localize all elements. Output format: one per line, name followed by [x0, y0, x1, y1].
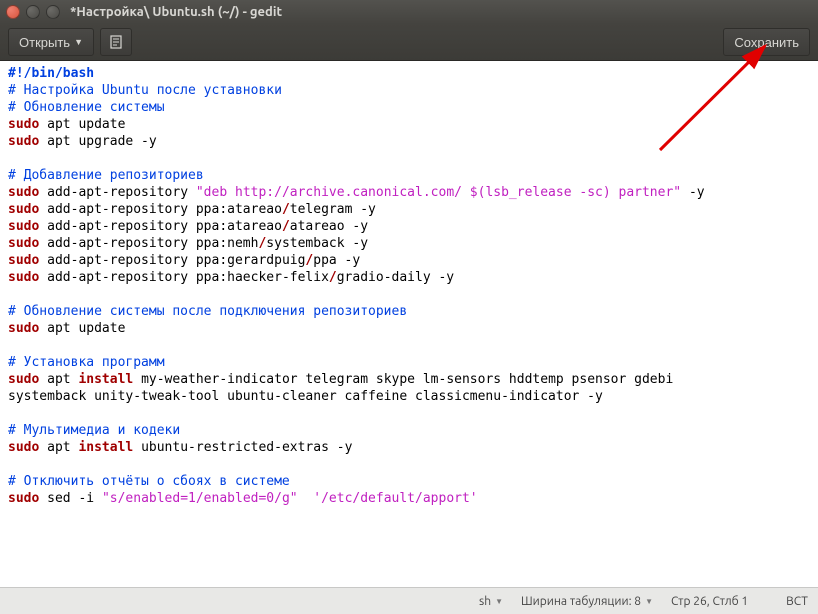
chevron-down-icon: ▼ — [495, 597, 503, 606]
annotation-arrow — [630, 40, 805, 160]
code-keyword: install — [78, 440, 133, 455]
code-text: apt update — [39, 117, 125, 132]
code-text: -y — [681, 185, 704, 200]
code-slash: / — [282, 202, 290, 217]
code-text — [298, 491, 314, 506]
status-position-label: Стр 26, Стлб 1 — [671, 595, 748, 608]
code-shebang: #!/bin/bash — [8, 66, 94, 81]
code-text: apt — [39, 440, 78, 455]
code-keyword: sudo — [8, 219, 39, 234]
code-keyword: sudo — [8, 440, 39, 455]
open-button[interactable]: Открыть ▼ — [8, 28, 94, 56]
code-text: my-weather-indicator telegram skype lm-s… — [133, 372, 681, 387]
statusbar: sh ▼ Ширина табуляции: 8 ▼ Стр 26, Стлб … — [0, 587, 818, 614]
code-keyword: sudo — [8, 202, 39, 217]
code-text: systemback -y — [266, 236, 368, 251]
code-keyword: sudo — [8, 253, 39, 268]
status-insert-mode[interactable]: ВСТ — [786, 595, 808, 608]
code-text: add-apt-repository ppa:haecker-felix — [39, 270, 329, 285]
status-tab-width[interactable]: Ширина табуляции: 8 ▼ — [521, 595, 653, 608]
code-keyword: sudo — [8, 270, 39, 285]
code-text: add-apt-repository ppa:gerardpuig — [39, 253, 305, 268]
document-icon — [109, 35, 123, 49]
chevron-down-icon: ▼ — [645, 597, 653, 606]
code-slash: / — [329, 270, 337, 285]
code-string: "deb http://archive.canonical.com/ $(lsb… — [196, 185, 681, 200]
status-language-label: sh — [479, 595, 491, 608]
close-icon[interactable] — [6, 5, 20, 19]
code-keyword: sudo — [8, 134, 39, 149]
chevron-down-icon: ▼ — [74, 37, 83, 47]
code-slash: / — [282, 219, 290, 234]
window-controls — [6, 5, 60, 19]
new-document-button[interactable] — [100, 28, 132, 56]
code-text: add-apt-repository — [39, 185, 196, 200]
window-title: *Настройка\ Ubuntu.sh (~/) - gedit — [70, 5, 282, 19]
code-keyword: sudo — [8, 236, 39, 251]
status-insert-label: ВСТ — [786, 595, 808, 608]
code-keyword: sudo — [8, 117, 39, 132]
code-comment: # Установка программ — [8, 355, 165, 370]
window-titlebar: *Настройка\ Ubuntu.sh (~/) - gedit — [0, 0, 818, 24]
code-keyword: sudo — [8, 321, 39, 336]
status-cursor-position: Стр 26, Стлб 1 — [671, 595, 748, 608]
code-text: -i — [78, 491, 101, 506]
code-keyword: sudo — [8, 491, 39, 506]
code-text: apt — [39, 372, 78, 387]
maximize-icon[interactable] — [46, 5, 60, 19]
code-comment: # Мультимедиа и кодеки — [8, 423, 180, 438]
code-comment: # Добавление репозиториев — [8, 168, 204, 183]
code-text: atareao -y — [290, 219, 368, 234]
code-text: systemback unity-tweak-tool ubuntu-clean… — [8, 389, 603, 404]
code-string: "s/enabled=1/enabled=0/g" — [102, 491, 298, 506]
code-text: sed — [39, 491, 78, 506]
code-text: ppa -y — [313, 253, 360, 268]
open-button-label: Открыть — [19, 35, 70, 50]
status-language[interactable]: sh ▼ — [479, 595, 503, 608]
code-keyword: sudo — [8, 185, 39, 200]
code-text: add-apt-repository ppa:atareao — [39, 202, 282, 217]
code-comment: # Отключить отчёты о сбоях в системе — [8, 474, 290, 489]
code-comment: # Обновление системы — [8, 100, 165, 115]
code-text: apt upgrade -y — [39, 134, 156, 149]
minimize-icon[interactable] — [26, 5, 40, 19]
code-text: add-apt-repository ppa:nemh — [39, 236, 258, 251]
code-keyword: sudo — [8, 372, 39, 387]
code-text: apt update — [39, 321, 125, 336]
status-tab-label: Ширина табуляции: 8 — [521, 595, 641, 608]
code-text: ubuntu-restricted-extras -y — [133, 440, 352, 455]
code-string: '/etc/default/apport' — [313, 491, 477, 506]
code-comment: # Настройка Ubuntu после уставновки — [8, 83, 282, 98]
code-comment: # Обновление системы после подключения р… — [8, 304, 407, 319]
code-text: add-apt-repository ppa:atareao — [39, 219, 282, 234]
code-keyword: install — [78, 372, 133, 387]
code-text: telegram -y — [290, 202, 376, 217]
code-text: gradio-daily -y — [337, 270, 454, 285]
